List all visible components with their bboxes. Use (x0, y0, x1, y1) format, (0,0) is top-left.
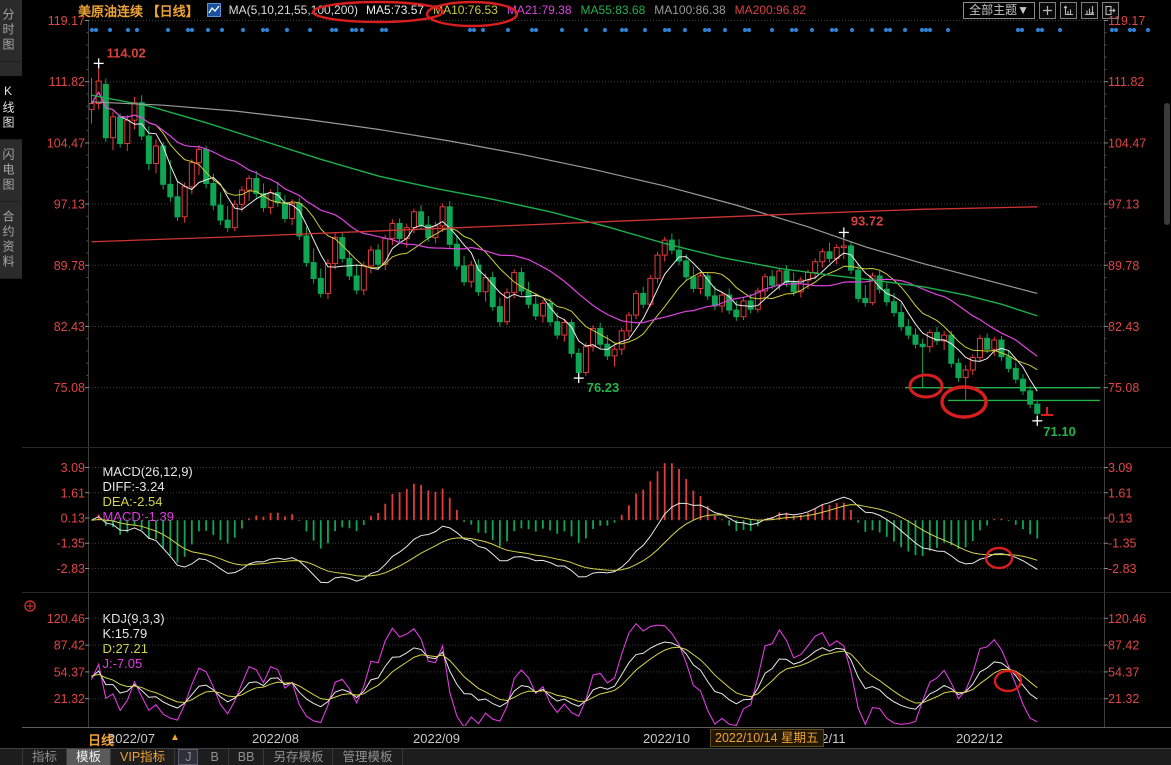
price-axis-label: 1.61 (1108, 486, 1132, 500)
sidebar-item-kline[interactable]: K线图 (0, 76, 22, 140)
price-axis-label: -1.35 (1108, 537, 1137, 551)
price-axis-label: 54.37 (1108, 665, 1139, 679)
price-axis-label: 120.46 (1108, 612, 1146, 626)
period-dropdown-arrow[interactable]: ▲ (170, 732, 180, 743)
chart-header-bar: 美原油连续 【日线】 MA(5,10,21,55,100,200) MA5:73… (78, 0, 806, 20)
price-axis-label: 120.46 (47, 612, 85, 626)
sidebar-item-timeshare[interactable]: 分时图 (0, 0, 22, 62)
tab-BB[interactable]: BB (229, 749, 265, 765)
pane-expand-icon[interactable] (1102, 2, 1119, 19)
ma-value: MA200:96.82 (735, 3, 806, 17)
price-mark-label: 93.72 (851, 213, 884, 228)
time-axis-label: 2022/09 (413, 731, 460, 746)
kdj-d-value: D:27.21 (102, 641, 148, 656)
sidebar-items: 分时图 K线图 闪电图 合约资料 (0, 0, 22, 279)
sidebar-item-lightning[interactable]: 闪电图 (0, 140, 22, 202)
price-axis-label: 89.78 (1108, 259, 1139, 273)
price-axis-label: 97.13 (1108, 198, 1139, 212)
price-axis-label: 0.13 (1108, 512, 1132, 526)
price-axis-label: 97.13 (54, 198, 85, 212)
tab-B[interactable]: B (201, 749, 228, 765)
price-axis-label: 75.08 (54, 381, 85, 395)
price-axis-label: 82.43 (1108, 320, 1139, 334)
axis-scale-right-icon[interactable] (1081, 2, 1098, 19)
time-axis-bar: 日线 ▲ 2022/072022/082022/092022/1022/1120… (0, 727, 1171, 749)
kdj-k-value: K:15.79 (102, 626, 147, 641)
theme-selector-button[interactable]: 全部主题▼ (963, 2, 1035, 19)
price-axis-label: 111.82 (1108, 75, 1144, 89)
mini-kline-icon[interactable] (207, 3, 221, 17)
macd-dea-value: DEA:-2.54 (102, 494, 162, 509)
right-scrollbar-thumb[interactable] (1164, 103, 1170, 225)
macd-header: MACD(26,12,9) DIFF:-3.24 DEA:-2.54 MACD:… (88, 449, 196, 539)
macd-value: MACD:-1.39 (102, 509, 174, 524)
chart-type-sidebar: 分时图 K线图 闪电图 合约资料 (0, 0, 22, 765)
chart-canvas: 119.17119.17111.82111.82104.47104.4797.1… (0, 0, 1171, 765)
ma-value: MA10:76.53 (433, 3, 498, 17)
price-axis-label: 0.13 (61, 512, 85, 526)
indicator-template-tabbar: 指标模板VIP指标JBBB另存模板管理模板 (0, 748, 1171, 765)
price-axis-label: 54.37 (54, 665, 85, 679)
price-axis-label: -1.35 (57, 537, 86, 551)
analyst-red-circle (995, 671, 1021, 691)
price-axis-label: 3.09 (1108, 461, 1132, 475)
ma-readouts: MA5:73.57 MA10:76.53 MA21:79.38 MA55:83.68 M… (366, 3, 806, 17)
symbol-title: 美原油连续 【日线】 (78, 1, 199, 20)
sidebar-item-contract-info[interactable]: 合约资料 (0, 202, 22, 279)
kdj-header: KDJ(9,3,3) K:15.79 D:27.21 J:-7.05 (88, 596, 168, 686)
tab-VIP指标[interactable]: VIP指标 (111, 749, 175, 765)
price-axis-label: 21.32 (1108, 692, 1139, 706)
analyst-red-circle (942, 387, 986, 417)
tab-J[interactable]: J (178, 749, 198, 765)
tab-另存模板[interactable]: 另存模板 (264, 749, 333, 765)
macd-name: MACD(26,12,9) (102, 464, 192, 479)
macd-diff-value: DIFF:-3.24 (102, 479, 164, 494)
price-axis-label: 111.82 (49, 75, 85, 89)
axis-scale-left-icon[interactable] (1060, 2, 1077, 19)
price-axis-label: 89.78 (54, 259, 85, 273)
price-mark-label: 71.10 (1043, 424, 1076, 439)
candlestick-layer (89, 63, 1040, 420)
tab-指标[interactable]: 指标 (22, 749, 67, 765)
tab-模板[interactable]: 模板 (67, 749, 111, 765)
analyst-red-circle (986, 548, 1012, 568)
chart-toolbar: 全部主题▼ (963, 2, 1119, 19)
price-axis-label: -2.83 (1108, 562, 1137, 576)
price-axis-label: 87.42 (54, 639, 85, 653)
price-axis-label: 104.47 (47, 136, 85, 150)
kdj-settings-icon (25, 601, 35, 611)
price-axis-label: 82.43 (54, 320, 85, 334)
tab-管理模板[interactable]: 管理模板 (333, 749, 402, 765)
ma-value: MA21:79.38 (507, 3, 572, 17)
time-axis-label: 2022/08 (252, 731, 299, 746)
price-axis-label: -2.83 (57, 562, 86, 576)
price-axis-label: 104.47 (1108, 136, 1146, 150)
kdj-name: KDJ(9,3,3) (102, 611, 164, 626)
time-axis-label: 2022/10 (643, 731, 690, 746)
macd-layer (92, 463, 1038, 562)
move-crosshair-icon[interactable] (1039, 2, 1056, 19)
kdj-j-value: J:-7.05 (102, 656, 142, 671)
price-axis-label: 21.32 (54, 692, 85, 706)
ma-value: MA5:73.57 (366, 3, 424, 17)
price-axis-label: 3.09 (61, 461, 85, 475)
price-mark-label: 114.02 (107, 45, 146, 60)
ma-value: MA100:86.38 (654, 3, 725, 17)
ma-value: MA55:83.68 (581, 3, 646, 17)
crosshair-date-tooltip: 2022/10/14 星期五 (710, 729, 824, 747)
price-axis-label: 87.42 (1108, 639, 1139, 653)
app-window: 分时图 K线图 闪电图 合约资料 美原油连续 【日线】 MA(5,10,21,5… (0, 0, 1171, 765)
ma-group-label: MA(5,10,21,55,100,200) (229, 3, 358, 17)
price-axis-label: 1.61 (61, 486, 85, 500)
time-axis-label: 2022/12 (956, 731, 1003, 746)
price-mark-label: 76.23 (587, 380, 620, 395)
time-axis-label: 2022/07 (108, 731, 155, 746)
analyst-red-circle (910, 375, 942, 397)
price-axis-label: 75.08 (1108, 381, 1139, 395)
